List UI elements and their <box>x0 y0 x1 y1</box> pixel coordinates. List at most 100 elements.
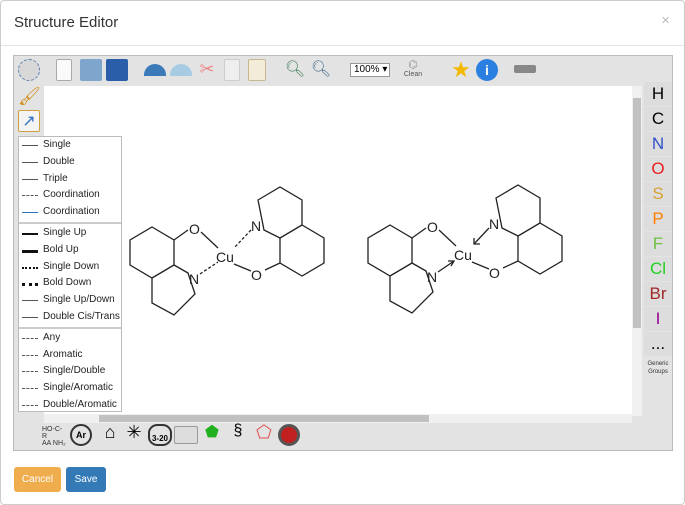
save-button[interactable]: Save <box>66 467 106 492</box>
molecule-dashed: O N Cu N O <box>129 186 325 316</box>
structure-editor-dialog: Structure Editor × ✂ 🔍︎ 🔍︎ 100% ▾ ⌬ Clean… <box>0 0 685 505</box>
bond-menu-item[interactable]: Bold Down <box>19 275 121 292</box>
bond-menu-item[interactable]: Single Up <box>19 225 121 242</box>
bond-menu-label: Single/Double <box>43 365 106 377</box>
bond-type-icon <box>22 195 38 197</box>
bond-type-icon <box>22 300 38 302</box>
bond-menu-label: Single Up/Down <box>43 294 115 306</box>
favorite-star-icon[interactable]: ★ <box>450 59 472 81</box>
salts-icon[interactable] <box>278 424 300 446</box>
more-atoms-button[interactable]: ... <box>644 332 672 356</box>
atom-button-cl[interactable]: Cl <box>644 257 672 281</box>
bond-menu-label: Bold Down <box>43 277 92 289</box>
atom-palette: H C N O S P F Cl Br I... Generic Groups <box>644 82 672 376</box>
bond-type-icon <box>22 212 38 214</box>
bond-menu-label: Single <box>43 139 71 150</box>
bond-type-icon <box>22 249 38 253</box>
atom-button-s[interactable]: S <box>644 182 672 206</box>
close-icon[interactable]: × <box>661 12 670 29</box>
save-file-icon[interactable] <box>106 59 128 81</box>
molecule-drawing: O N Cu N O O N Cu N O <box>129 184 563 316</box>
bond-menu-item[interactable]: Single/Aromatic <box>19 380 121 397</box>
ring-3-20-icon[interactable]: 3-20 <box>148 424 172 446</box>
scroll-thumb[interactable] <box>633 98 641 328</box>
functional-group-icon[interactable] <box>174 426 198 444</box>
copy-icon[interactable] <box>224 59 240 81</box>
aryl-icon[interactable]: Ar <box>70 424 92 446</box>
drawing-canvas[interactable]: O N Cu N O O N Cu N O <box>44 86 638 416</box>
new-icon[interactable] <box>56 59 72 81</box>
bond-menu-item[interactable]: Double Cis/Trans <box>19 309 121 326</box>
dialog-title: Structure Editor <box>14 14 119 31</box>
amino-acid-icon[interactable]: HO-C-R AA NH₂ <box>42 422 66 448</box>
menu-separator <box>19 221 121 224</box>
redo-icon[interactable] <box>170 64 192 76</box>
vertical-scrollbar[interactable] <box>632 86 642 416</box>
bond-menu-item[interactable]: Single Up/Down <box>19 292 121 309</box>
bond-menu-item[interactable]: Double <box>19 154 121 171</box>
bond-menu-label: Coordination <box>43 206 100 218</box>
atom-label: Cu <box>216 249 234 265</box>
bond-type-icon <box>22 232 38 235</box>
atom-label: N <box>489 216 499 232</box>
bond-type-icon <box>22 161 38 163</box>
molecule-arrow: O N Cu N O <box>367 184 563 314</box>
info-icon[interactable]: i <box>476 59 498 81</box>
bond-type-icon <box>22 404 38 406</box>
bicyclic-icon[interactable]: ⌂ <box>98 422 122 448</box>
bond-menu-item[interactable]: Single Down <box>19 259 121 276</box>
zoom-out-icon[interactable]: 🔍︎ <box>310 59 332 81</box>
bond-menu-item[interactable]: Single/Double <box>19 363 121 380</box>
bond-type-icon <box>22 283 38 287</box>
bond-menu-item[interactable]: Single <box>19 137 121 154</box>
bond-tool-icon[interactable]: ↗ <box>18 110 40 132</box>
clean-button[interactable]: ⌬ Clean <box>402 58 424 78</box>
atom-button-c[interactable]: C <box>644 107 672 131</box>
templates-icon[interactable] <box>514 65 536 73</box>
bond-menu-item[interactable]: Triple <box>19 171 121 188</box>
atom-button-h[interactable]: H <box>644 82 672 106</box>
eraser-icon[interactable]: 🖌︎ <box>18 86 41 108</box>
atom-label: N <box>427 269 437 285</box>
zoom-in-icon[interactable]: 🔍︎ <box>284 59 306 81</box>
dna-icon[interactable]: § <box>226 422 250 448</box>
bond-menu-item[interactable]: Aromatic <box>19 347 121 364</box>
open-icon[interactable] <box>80 59 102 81</box>
atom-button-o[interactable]: O <box>644 157 672 181</box>
bond-menu-label: Aromatic <box>43 348 83 360</box>
atom-button-br[interactable]: Br <box>644 282 672 306</box>
atom-label: N <box>189 271 199 287</box>
paste-icon[interactable] <box>248 59 266 81</box>
bond-type-icon <box>22 388 38 390</box>
bond-menu-label: Triple <box>43 172 68 184</box>
bond-menu-item[interactable]: Bold Up <box>19 242 121 259</box>
bond-type-icon <box>22 371 38 373</box>
atom-label: O <box>427 219 438 235</box>
bond-menu-item[interactable]: Coordination <box>19 187 121 204</box>
atom-button-i[interactable]: I <box>644 307 672 331</box>
atom-button-f[interactable]: F <box>644 232 672 256</box>
bond-menu-label: Coordination <box>43 189 100 201</box>
undo-icon[interactable] <box>144 64 166 76</box>
bond-menu-label: Single Up <box>43 226 87 238</box>
bond-type-icon <box>22 354 38 356</box>
bond-menu-item[interactable]: Double/Aromatic <box>19 397 121 414</box>
scroll-thumb[interactable] <box>99 415 429 422</box>
cancel-button[interactable]: Cancel <box>14 467 61 492</box>
editor: ✂ 🔍︎ 🔍︎ 100% ▾ ⌬ Clean ★ i 🖌︎ ↗ O N Cu N … <box>13 55 673 451</box>
atom-label: O <box>489 265 500 281</box>
cut-icon[interactable]: ✂ <box>196 59 218 81</box>
bond-type-icon <box>22 178 38 180</box>
lasso-select-icon[interactable] <box>18 59 40 81</box>
bond-menu-item[interactable]: Any <box>19 330 121 347</box>
atom-button-p[interactable]: P <box>644 207 672 231</box>
generic-groups-button[interactable]: Generic Groups <box>644 357 672 376</box>
substituent-icon[interactable]: ⬟ <box>200 422 224 448</box>
zoom-select[interactable]: 100% ▾ <box>350 63 390 77</box>
clean-label: Clean <box>403 71 423 78</box>
fullerene-icon[interactable]: ⬠ <box>252 422 276 448</box>
chair-icon[interactable]: ✳ <box>122 422 146 448</box>
bond-type-icon <box>22 337 38 339</box>
bond-menu-item[interactable]: Coordination <box>19 204 121 221</box>
atom-button-n[interactable]: N <box>644 132 672 156</box>
